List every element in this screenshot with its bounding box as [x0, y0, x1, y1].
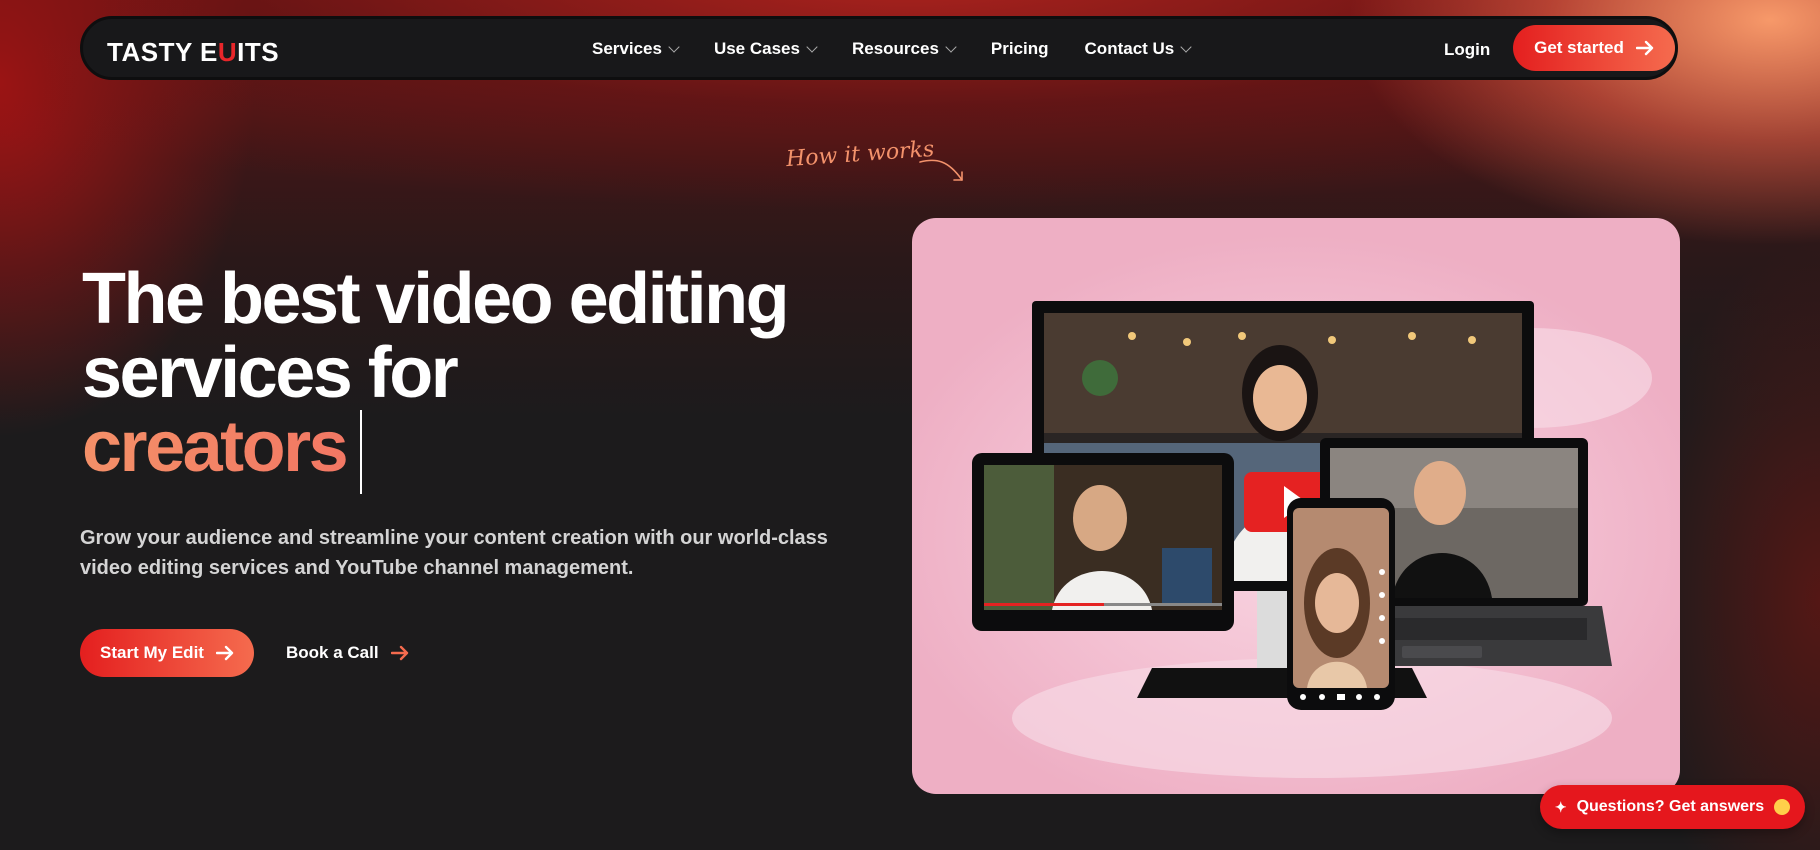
nav-item-pricing[interactable]: Pricing: [991, 39, 1049, 59]
curved-arrow-icon: [919, 159, 963, 181]
book-a-call-link[interactable]: Book a Call: [286, 643, 409, 663]
nav-item-contact-us[interactable]: Contact Us: [1085, 39, 1192, 59]
nav-item-resources[interactable]: Resources: [852, 39, 957, 59]
emoji-icon: [1774, 799, 1791, 815]
login-link[interactable]: Login: [1444, 40, 1490, 60]
top-navigation: TASTY E U ITS Services Use Cases Resources…: [80, 16, 1678, 80]
how-it-works-label[interactable]: How it works: [785, 137, 935, 172]
chevron-down-icon: [806, 40, 818, 53]
chevron-down-icon: [945, 40, 957, 53]
devices-illustration: [972, 301, 1652, 778]
nav-menu: Services Use Cases Resources Pricing Con…: [592, 39, 1226, 59]
arrow-right-icon: [1635, 40, 1654, 56]
brand-logo[interactable]: TASTY E U ITS: [107, 37, 279, 68]
chat-widget-button[interactable]: ✦ Questions? Get answers: [1540, 785, 1805, 829]
chevron-down-icon: [1180, 40, 1192, 53]
tablet-device: [972, 453, 1234, 631]
hero-title: The best video editing services for crea…: [82, 259, 790, 484]
chevron-down-icon: [668, 40, 680, 53]
start-my-edit-label: Start My Edit: [100, 643, 204, 662]
arrow-right-icon: [215, 645, 234, 661]
nav-item-use-cases[interactable]: Use Cases: [714, 39, 818, 59]
start-my-edit-button[interactable]: Start My Edit: [80, 629, 254, 677]
hero-title-line1: The best video editing: [82, 259, 790, 339]
hero-devices-image: [912, 218, 1680, 794]
typing-caret: [360, 410, 362, 494]
logo-mark: U: [217, 37, 238, 67]
sparkle-icon: ✦: [1554, 798, 1567, 815]
get-started-label: Get started: [1534, 38, 1624, 57]
get-started-button[interactable]: Get started: [1513, 25, 1675, 71]
hero-title-accent: creators: [82, 410, 787, 484]
logo-text-part1: TASTY E: [107, 37, 218, 67]
hero-subtitle: Grow your audience and streamline your c…: [80, 527, 828, 579]
phone-device: [1287, 498, 1395, 710]
arrow-right-icon: [390, 645, 408, 661]
nav-item-services[interactable]: Services: [592, 39, 680, 59]
hero-title-line2: services for: [82, 333, 459, 413]
logo-text-part2: ITS: [237, 37, 280, 67]
chat-widget-label: Questions? Get answers: [1576, 798, 1765, 815]
book-a-call-label: Book a Call: [286, 643, 379, 662]
